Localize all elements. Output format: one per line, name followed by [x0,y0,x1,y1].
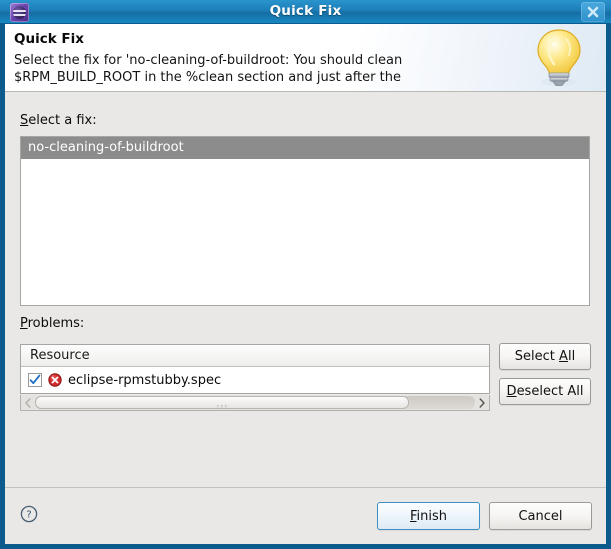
select-all-label-before: Select [514,349,560,364]
select-a-fix-label: Select a fix: [20,113,97,128]
scrollbar-thumb[interactable] [35,396,409,409]
problems-label-text: roblems: [27,316,85,331]
table-cell-resource: eclipse-rpmstubby.spec [68,372,222,388]
deselect-all-label-after: eselect All [516,384,584,399]
error-icon [48,373,62,387]
fix-list-item-label: no-cleaning-of-buildroot [28,140,184,155]
cancel-button[interactable]: Cancel [489,502,592,530]
problems-table[interactable]: Resource eclipse-rpmstubby.spec [20,344,490,394]
grip-dots-icon [217,400,227,409]
finish-label-after: inish [416,508,448,524]
column-header-resource-label: Resource [30,348,90,363]
select-all-button[interactable]: Select All [499,343,591,370]
select-all-mnemonic: A [559,349,568,364]
lightbulb-icon [526,24,592,91]
dialog-header: Quick Fix Select the fix for 'no-cleanin… [5,24,606,92]
header-message: Select the fix for 'no-cleaning-of-build… [14,53,403,85]
select-all-label-after: ll [567,349,576,364]
column-header-resource[interactable]: Resource [21,345,489,367]
help-icon[interactable]: ? [20,505,38,523]
deselect-all-button[interactable]: Deselect All [499,378,591,405]
scrollbar-track[interactable] [35,396,475,409]
table-row[interactable]: eclipse-rpmstubby.spec [21,367,489,393]
horizontal-scrollbar[interactable] [20,395,490,411]
chevron-left-icon[interactable] [21,396,35,410]
fix-list[interactable]: no-cleaning-of-buildroot [20,136,590,306]
close-icon[interactable] [581,2,605,22]
window-title: Quick Fix [269,3,342,19]
header-title: Quick Fix [14,31,84,47]
dialog-body: Select a fix: no-cleaning-of-buildroot P… [5,92,606,544]
cancel-label: Cancel [518,508,563,524]
select-a-fix-label-text: elect a fix: [28,113,97,128]
deselect-all-mnemonic: D [506,384,517,399]
problems-label: Problems: [20,316,84,331]
problems-mnemonic: P [20,316,28,331]
chevron-right-icon[interactable] [475,396,489,410]
svg-text:?: ? [26,510,31,521]
quick-fix-dialog: Quick Fix Quick Fix Select the fix for '… [0,0,611,549]
list-item[interactable]: no-cleaning-of-buildroot [21,137,589,159]
row-checkbox[interactable] [28,373,42,387]
finish-button[interactable]: Finish [377,502,480,530]
footer-separator [5,487,606,488]
title-bar[interactable]: Quick Fix [0,0,611,24]
